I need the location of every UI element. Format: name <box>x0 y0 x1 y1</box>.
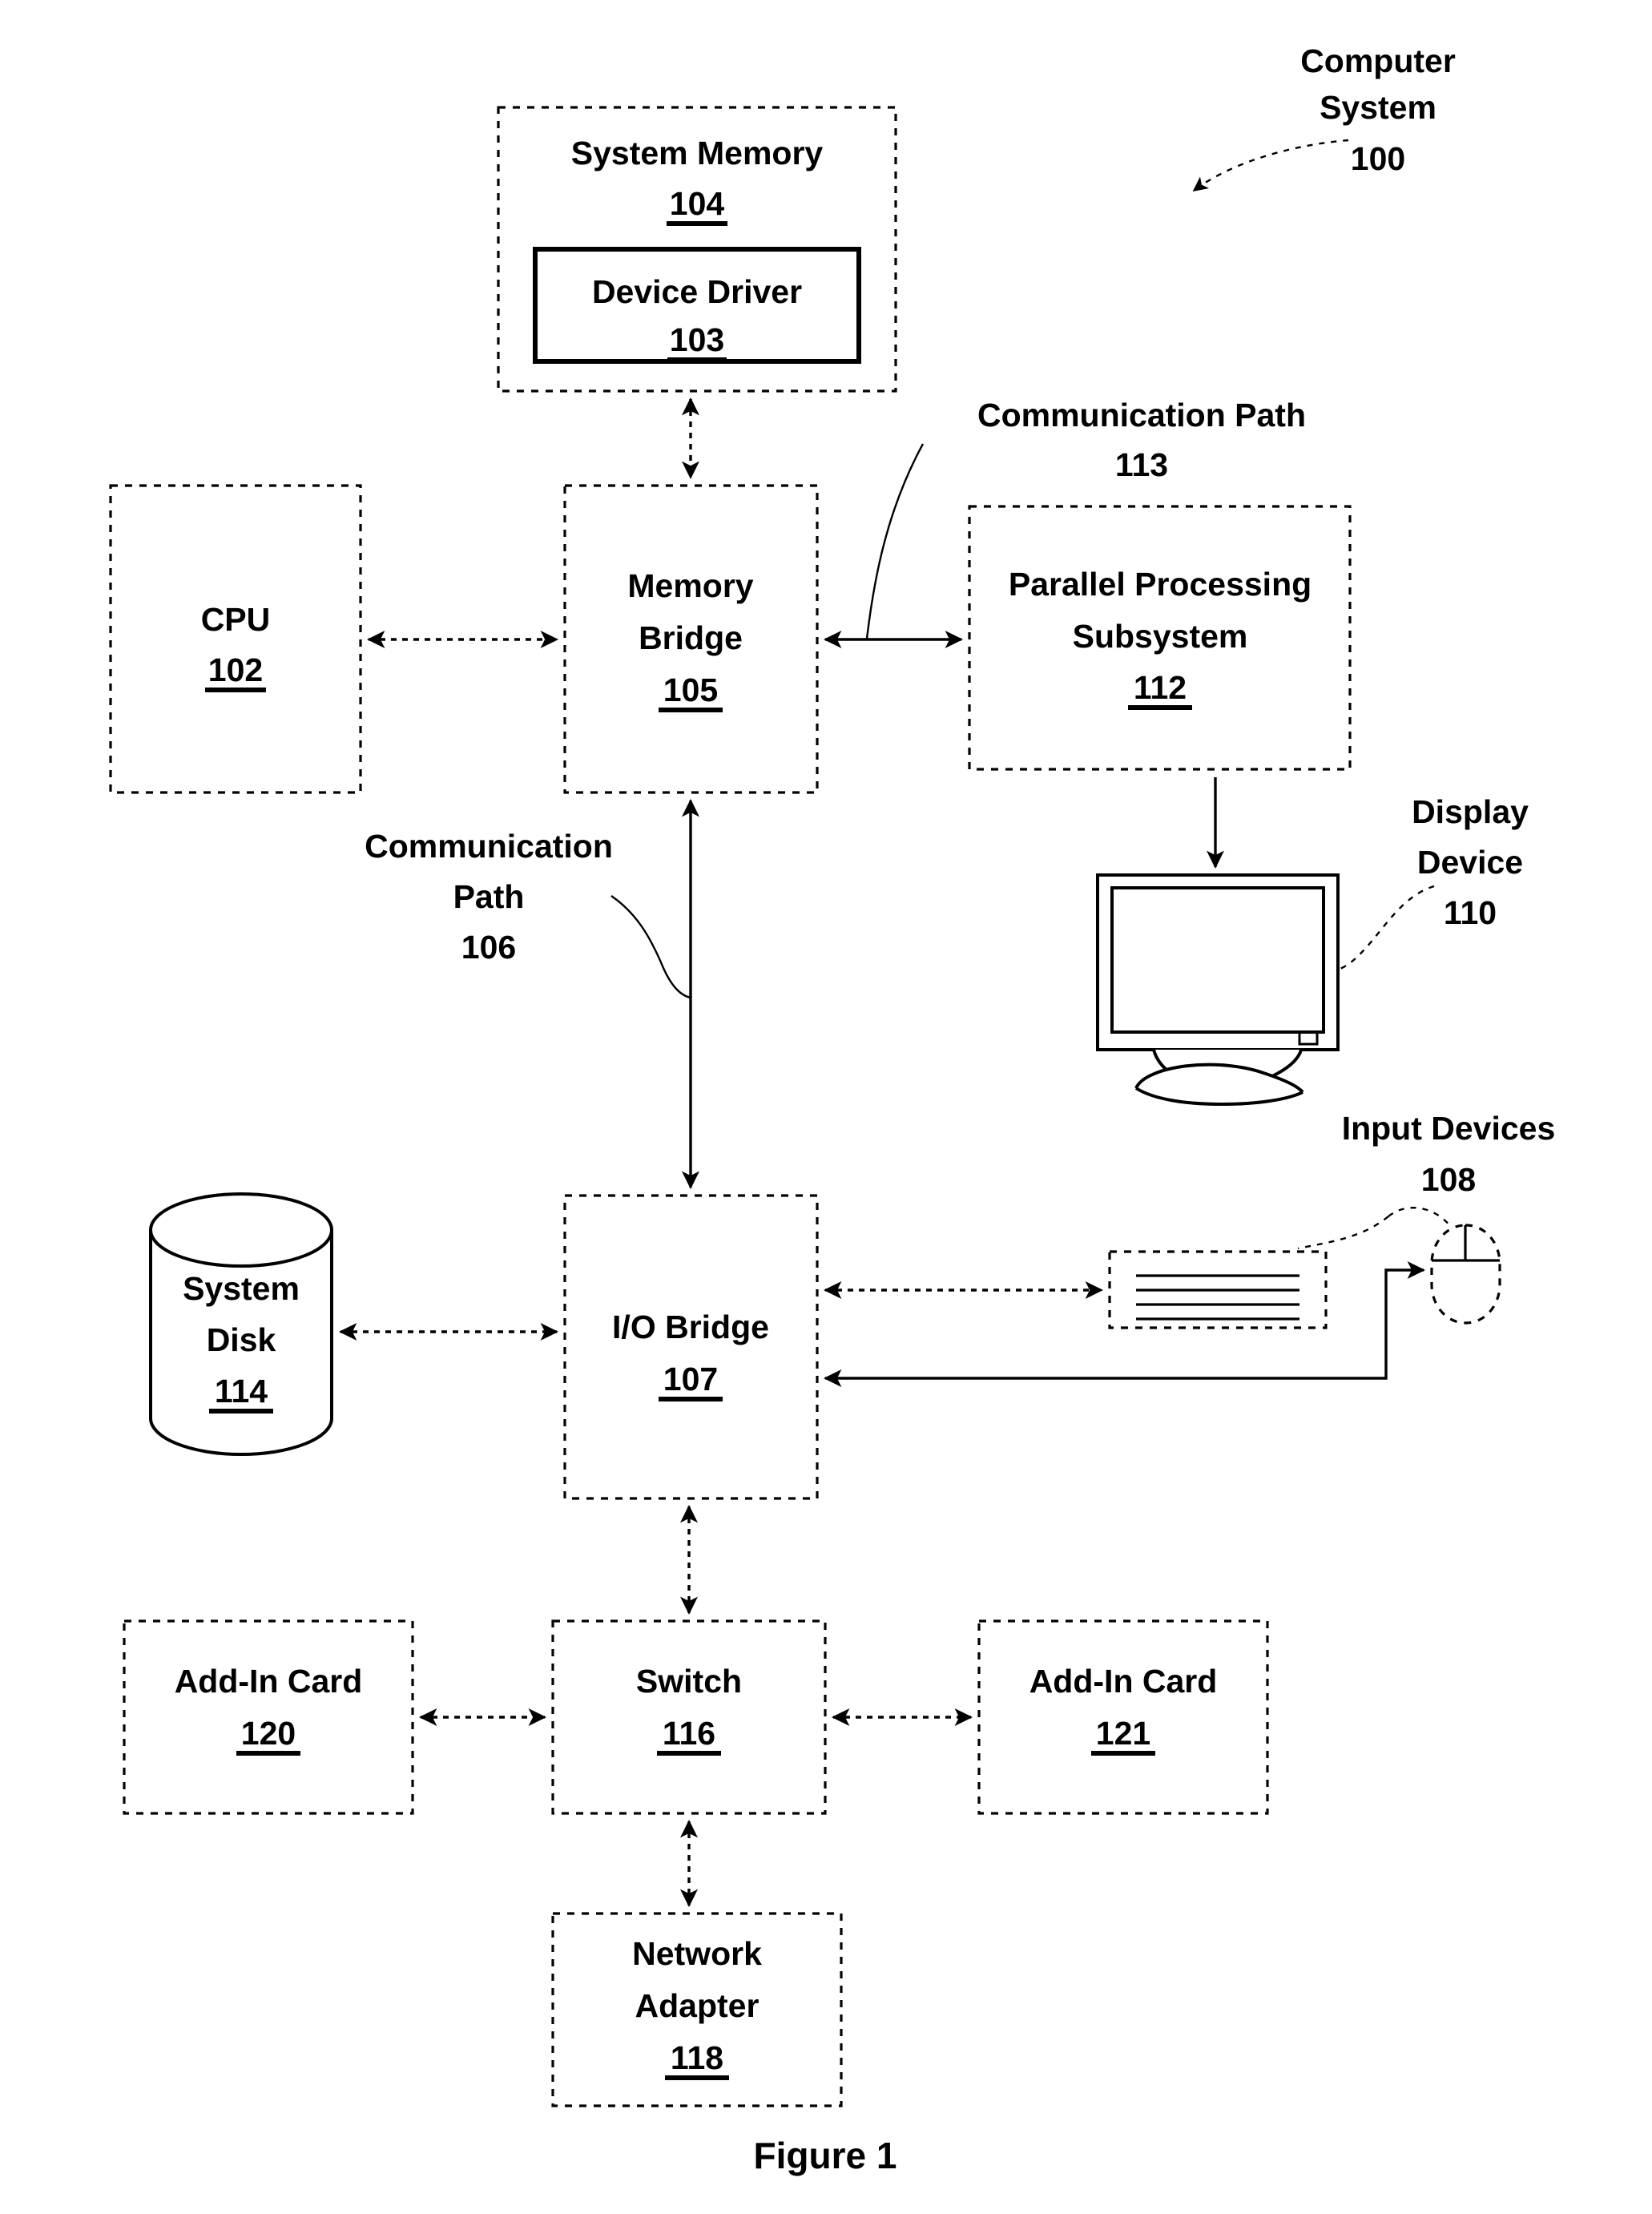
network-adapter-label-line2: Adapter <box>635 1987 760 2024</box>
computer-system-label-line2: System <box>1320 89 1436 126</box>
io-bridge-box <box>563 1194 819 1500</box>
mouse-icon <box>1430 1224 1501 1325</box>
memory-bridge-label-line1: Memory <box>627 567 753 604</box>
block-memory-bridge: Memory Bridge 105 <box>563 484 819 794</box>
system-memory-label: System Memory <box>571 135 824 171</box>
block-system-disk: System Disk 114 <box>149 1192 333 1456</box>
system-disk-ref: 114 <box>215 1373 268 1409</box>
memory-bridge-label-line2: Bridge <box>639 619 743 656</box>
block-io-bridge: I/O Bridge 107 <box>563 1194 819 1500</box>
device-driver-label: Device Driver <box>592 273 802 310</box>
cpu-box <box>109 484 362 794</box>
pps-label-line1: Parallel Processing <box>1009 566 1312 603</box>
display-device-label-line1: Display <box>1412 793 1529 830</box>
add-in-card-120-label: Add-In Card <box>175 1663 363 1700</box>
pps-label-line2: Subsystem <box>1073 618 1248 655</box>
io-bridge-ref: 107 <box>663 1361 718 1397</box>
block-cpu: CPU 102 <box>109 484 362 794</box>
input-devices-ref: 108 <box>1421 1161 1476 1198</box>
block-network-adapter: Network Adapter 118 <box>551 1912 843 2107</box>
patent-figure-1: System Memory 104 Device Driver 103 CPU … <box>0 0 1652 2214</box>
system-disk-label-line1: System <box>183 1270 300 1307</box>
system-disk-cylinder-top <box>149 1192 333 1268</box>
add-in-card-120-ref: 120 <box>241 1715 296 1752</box>
display-device-label-line2: Device <box>1417 844 1523 881</box>
block-device-driver: Device Driver 103 <box>533 247 861 364</box>
communication-path-106-label-line2: Path <box>453 878 525 915</box>
network-adapter-ref: 118 <box>671 2039 723 2076</box>
add-in-card-121-ref: 121 <box>1096 1715 1150 1752</box>
monitor-screen <box>1110 886 1325 1034</box>
cpu-ref: 102 <box>208 651 263 688</box>
switch-ref: 116 <box>663 1715 715 1752</box>
figure-caption: Figure 1 <box>754 2135 897 2176</box>
block-system-memory: System Memory 104 Device Driver 103 <box>497 106 897 393</box>
block-parallel-processing-subsystem: Parallel Processing Subsystem 112 <box>968 505 1352 771</box>
add-in-card-121-label: Add-In Card <box>1029 1663 1218 1700</box>
communication-path-113-ref: 113 <box>1115 446 1168 483</box>
block-add-in-card-121: Add-In Card 121 <box>977 1619 1269 1815</box>
computer-system-block-diagram: System Memory 104 Device Driver 103 CPU … <box>0 0 1652 2214</box>
communication-path-106-label-line1: Communication <box>365 828 613 865</box>
system-disk-label-line2: Disk <box>207 1321 276 1358</box>
display-device-ref: 110 <box>1444 894 1497 931</box>
computer-system-ref: 100 <box>1351 140 1405 177</box>
network-adapter-label-line1: Network <box>632 1935 762 1972</box>
memory-bridge-ref: 105 <box>663 671 718 708</box>
switch-label: Switch <box>636 1663 742 1700</box>
io-bridge-label: I/O Bridge <box>612 1309 769 1345</box>
block-switch: Switch 116 <box>551 1619 827 1815</box>
keyboard-icon <box>1108 1250 1328 1329</box>
input-devices-label: Input Devices <box>1342 1110 1556 1147</box>
device-driver-ref: 103 <box>670 321 724 358</box>
system-memory-ref: 104 <box>670 185 725 222</box>
communication-path-106-ref: 106 <box>461 929 516 966</box>
pps-ref: 112 <box>1134 669 1187 706</box>
block-add-in-card-120: Add-In Card 120 <box>123 1619 414 1815</box>
communication-path-113-label: Communication Path <box>977 397 1306 434</box>
cpu-label: CPU <box>201 601 271 638</box>
computer-system-label-line1: Computer <box>1300 42 1456 79</box>
